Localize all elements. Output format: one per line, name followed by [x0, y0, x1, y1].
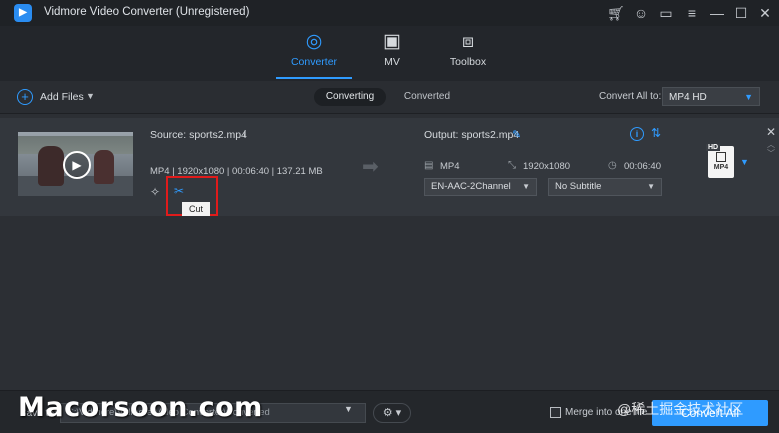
add-files-button[interactable]: Add Files: [40, 91, 84, 103]
cart-icon[interactable]: 🛒︎: [607, 4, 625, 22]
audio-track-select[interactable]: EN-AAC-2Channel ▼: [424, 178, 537, 196]
mv-icon: ▣: [383, 31, 401, 52]
edit-icon[interactable]: ✎: [512, 128, 521, 141]
info-icon[interactable]: i: [243, 128, 246, 140]
output-resolution: 1920x1080: [523, 161, 571, 172]
arrow-right-icon: ➡: [362, 156, 379, 178]
tab-toolbox[interactable]: ⧈ Toolbox: [430, 30, 506, 76]
output-duration: 00:06:40: [624, 161, 661, 172]
watermark-text: @稀土掘金技术社区: [617, 401, 744, 417]
tab-mv[interactable]: ▣ MV: [354, 30, 430, 76]
subtitle-value: No Subtitle: [555, 181, 602, 192]
output-format-icon[interactable]: HD MP4: [706, 144, 734, 178]
format-name: MP4: [713, 164, 729, 171]
minimize-icon[interactable]: —: [708, 4, 726, 22]
active-tab-indicator: [276, 77, 352, 79]
menu-icon[interactable]: ≡: [683, 4, 701, 22]
tab-converted[interactable]: Converted: [396, 88, 458, 106]
converter-icon: ◎: [305, 31, 323, 52]
watermark-text: Macorsoon.com: [18, 392, 263, 423]
play-icon[interactable]: ▶: [63, 151, 91, 179]
format-badge: HD: [706, 144, 721, 151]
output-filename: Output: sports2.mp4: [424, 129, 520, 141]
tab-converting[interactable]: Converting: [314, 88, 386, 106]
settings-sliders-icon[interactable]: ⇅: [651, 126, 661, 140]
tab-converter[interactable]: ◎ Converter: [276, 30, 352, 76]
film-icon: [716, 152, 726, 162]
tab-label: Converter: [290, 56, 338, 68]
tab-label: Toolbox: [449, 56, 487, 68]
close-icon[interactable]: ✕: [756, 4, 774, 22]
chevron-down-icon[interactable]: ▼: [740, 157, 749, 167]
toolbox-icon: ⧈: [461, 31, 475, 52]
chevron-down-icon[interactable]: ▼: [344, 404, 353, 414]
window-title: Vidmore Video Converter (Unregistered): [44, 6, 250, 18]
cut-tooltip: Cut: [182, 202, 210, 216]
audio-track-value: EN-AAC-2Channel: [431, 181, 511, 192]
resolution-icon: ⤡: [508, 160, 516, 171]
file-list-area: [0, 216, 779, 390]
chevron-down-icon: ▼: [744, 92, 753, 102]
output-format: MP4: [440, 161, 460, 172]
convert-all-to-label: Convert All to:: [599, 91, 662, 102]
merge-checkbox[interactable]: [550, 407, 561, 418]
settings-button[interactable]: ⚙ ▾: [373, 403, 411, 423]
vidmore-logo-icon: ▶: [14, 4, 32, 22]
tab-label: MV: [384, 56, 400, 68]
info-icon[interactable]: i: [630, 127, 644, 141]
chat-icon[interactable]: ▭: [657, 4, 675, 22]
film-icon: ▤: [424, 160, 434, 171]
chevron-down-icon[interactable]: ▼: [86, 91, 95, 101]
enhance-icon[interactable]: ✧: [150, 185, 160, 199]
chevron-down-icon: ▼: [522, 182, 530, 191]
maximize-icon[interactable]: ☐: [732, 4, 750, 22]
gear-icon: ⚙ ▾: [382, 407, 402, 419]
convert-all-format-value: MP4 HD: [669, 92, 707, 103]
chevron-down-icon[interactable]: ﹀: [767, 148, 775, 159]
source-filename: Source: sports2.mp4: [150, 129, 247, 141]
subtitle-select[interactable]: No Subtitle ▼: [548, 178, 662, 196]
clock-icon: ◷: [608, 160, 617, 171]
remove-file-icon[interactable]: ✕: [766, 125, 776, 139]
convert-all-format-select[interactable]: MP4 HD ▼: [662, 87, 760, 106]
chevron-down-icon: ▼: [647, 182, 655, 191]
add-files-plus-icon[interactable]: +: [17, 89, 33, 105]
user-icon[interactable]: ☺: [632, 4, 650, 22]
